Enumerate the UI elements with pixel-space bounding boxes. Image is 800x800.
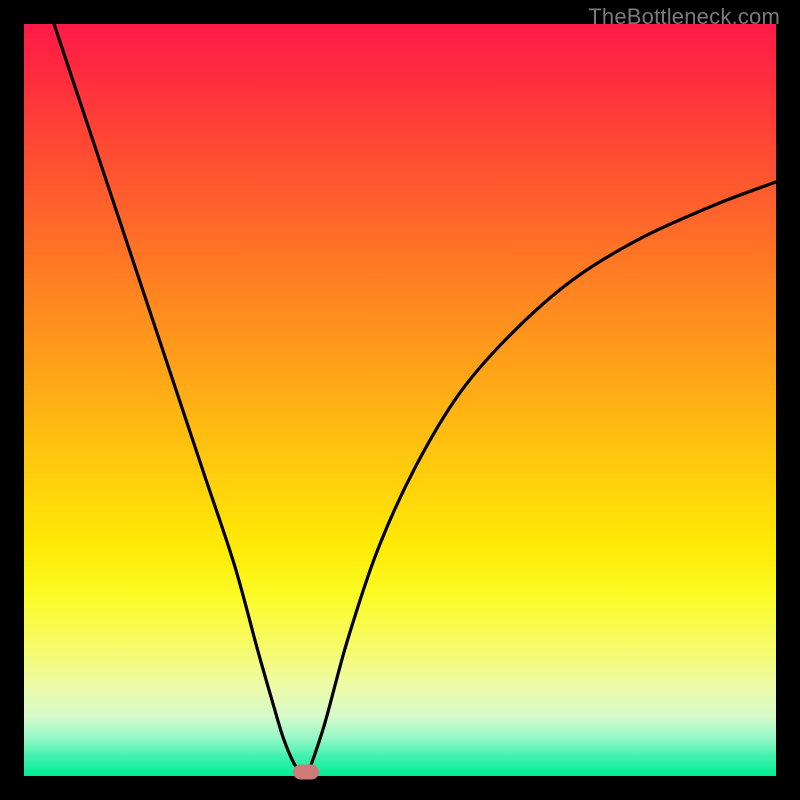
watermark-text: TheBottleneck.com: [588, 4, 780, 30]
bottleneck-curve: [24, 24, 776, 776]
chart-frame: TheBottleneck.com: [0, 0, 800, 800]
minimum-marker: [293, 765, 319, 780]
plot-area: [24, 24, 776, 776]
